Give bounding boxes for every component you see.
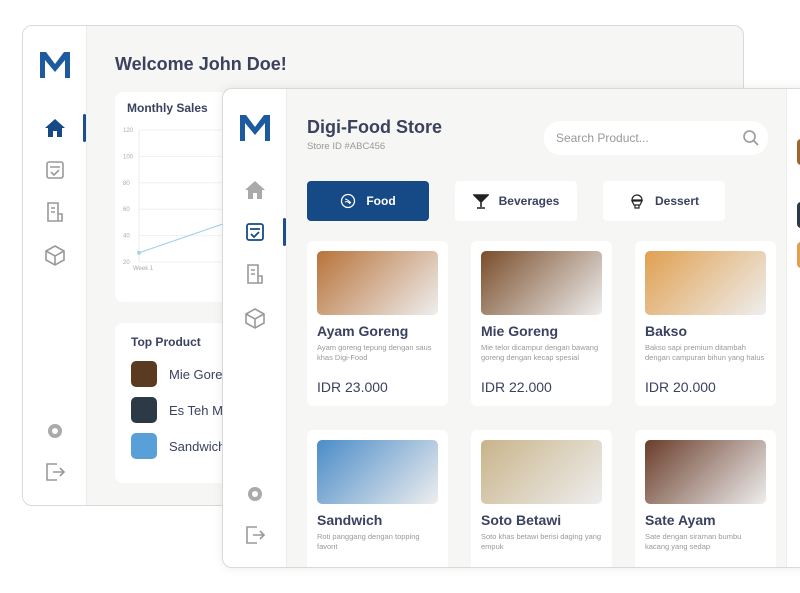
product-card[interactable]: Ayam Goreng Ayam goreng tepung dengan sa… bbox=[307, 241, 448, 406]
home-icon[interactable] bbox=[243, 178, 267, 202]
logout-icon[interactable] bbox=[243, 523, 267, 547]
x-tick-label: Week 1 bbox=[133, 266, 154, 272]
box-icon[interactable] bbox=[43, 243, 67, 267]
sidebar bbox=[23, 26, 87, 505]
product-card[interactable]: Soto Betawi Soto khas betawi berisi dagi… bbox=[471, 430, 612, 567]
product-price: IDR 20.000 bbox=[645, 379, 716, 395]
product-image bbox=[317, 251, 438, 315]
product-description: Soto khas betawi berisi daging yang empu… bbox=[481, 532, 602, 551]
product-name: Sandwich bbox=[317, 512, 383, 528]
active-indicator bbox=[83, 114, 86, 142]
order-panel bbox=[786, 89, 800, 567]
product-description: Ayam goreng tepung dengan saus khas Digi… bbox=[317, 343, 432, 362]
y-tick-label: 120 bbox=[123, 128, 134, 134]
store-name: Digi-Food Store bbox=[307, 117, 442, 137]
box-icon[interactable] bbox=[243, 306, 267, 330]
cocktail-icon bbox=[472, 194, 489, 209]
y-tick-label: 100 bbox=[123, 154, 134, 160]
sidebar bbox=[223, 89, 287, 567]
category-beverages[interactable]: Beverages bbox=[455, 181, 577, 221]
product-thumbnail bbox=[131, 433, 157, 459]
product-name: Soto Betawi bbox=[481, 512, 562, 528]
product-card[interactable]: Sate Ayam Sate dengan siraman bumbu kaca… bbox=[635, 430, 776, 567]
product-thumbnail bbox=[131, 361, 157, 387]
top-product-item[interactable]: Sandwich bbox=[131, 433, 225, 459]
report-icon[interactable] bbox=[243, 262, 267, 286]
product-image bbox=[645, 440, 766, 504]
sales-line bbox=[138, 219, 236, 254]
product-card[interactable]: Mie Goreng Mie telor dicampur dengan baw… bbox=[471, 241, 612, 406]
active-indicator bbox=[283, 218, 286, 246]
logout-icon[interactable] bbox=[43, 460, 67, 484]
report-icon[interactable] bbox=[43, 200, 67, 224]
product-name: Mie Goreng bbox=[481, 323, 559, 339]
product-price: IDR 22.000 bbox=[481, 379, 552, 395]
product-name: Bakso bbox=[645, 323, 688, 339]
top-product-title: Top Product bbox=[131, 335, 201, 349]
product-image bbox=[481, 440, 602, 504]
product-card[interactable]: Sandwich Roti panggang dengan topping fa… bbox=[307, 430, 448, 567]
product-card[interactable]: Bakso Bakso sapi premium ditambah dengan… bbox=[635, 241, 776, 406]
home-icon[interactable] bbox=[43, 116, 67, 140]
search-input[interactable]: Search Product... bbox=[544, 121, 768, 155]
product-name: Ayam Goreng bbox=[317, 323, 409, 339]
category-dessert[interactable]: Dessert bbox=[603, 181, 725, 221]
ice-cream-icon bbox=[631, 194, 643, 209]
monthly-sales-title: Monthly Sales bbox=[127, 101, 208, 115]
y-tick-label: 20 bbox=[123, 260, 130, 266]
logo-icon bbox=[40, 52, 70, 78]
product-image bbox=[645, 251, 766, 315]
y-tick-label: 40 bbox=[123, 234, 130, 240]
product-description: Bakso sapi premium ditambah dengan campu… bbox=[645, 343, 765, 362]
settings-icon[interactable] bbox=[243, 482, 267, 506]
settings-icon[interactable] bbox=[43, 419, 67, 443]
product-description: Roti panggang dengan topping favorit bbox=[317, 532, 420, 551]
product-image bbox=[481, 251, 602, 315]
product-image bbox=[317, 440, 438, 504]
product-description: Mie telor dicampur dengan bawang goreng … bbox=[481, 343, 599, 362]
store-id: Store ID #ABC456 bbox=[307, 141, 386, 152]
orders-icon[interactable] bbox=[43, 158, 67, 182]
product-description: Sate dengan siraman bumbu kacang yang se… bbox=[645, 532, 742, 551]
product-name: Sandwich bbox=[169, 438, 226, 454]
y-tick-label: 80 bbox=[123, 181, 130, 187]
data-point bbox=[137, 250, 141, 255]
food-icon bbox=[341, 193, 356, 209]
category-label: Dessert bbox=[654, 194, 700, 208]
product-name: Sate Ayam bbox=[645, 512, 716, 528]
logo-icon bbox=[240, 115, 270, 141]
welcome-title: Welcome John Doe! bbox=[115, 54, 287, 74]
y-tick-label: 60 bbox=[123, 207, 130, 213]
search-icon[interactable] bbox=[742, 129, 760, 147]
store-window: Digi-Food Store Store ID #ABC456 Search … bbox=[222, 88, 800, 568]
orders-icon[interactable] bbox=[243, 220, 267, 244]
product-thumbnail bbox=[131, 397, 157, 423]
category-label: Beverages bbox=[498, 194, 560, 208]
search-placeholder: Search Product... bbox=[556, 131, 649, 145]
category-food[interactable]: Food bbox=[307, 181, 429, 221]
product-price: IDR 23.000 bbox=[317, 379, 388, 395]
category-label: Food bbox=[366, 194, 396, 208]
